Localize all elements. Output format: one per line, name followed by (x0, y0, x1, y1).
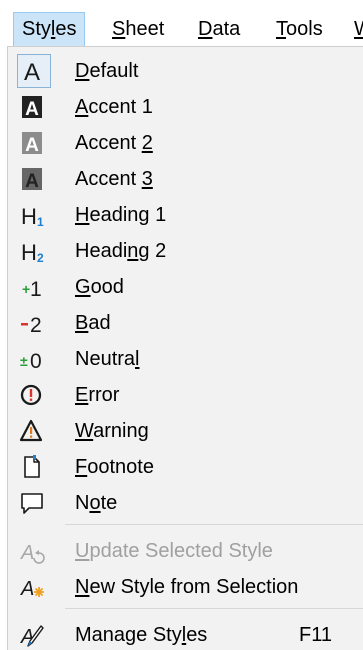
svg-text:A: A (20, 578, 34, 600)
menu-item-good[interactable]: +1 Good (8, 270, 363, 304)
heading2-icon: H2 (15, 236, 49, 266)
svg-text:±: ± (20, 353, 28, 369)
accent1-style-icon: A (15, 92, 49, 122)
svg-text:A: A (25, 135, 39, 156)
accent3-style-icon: A (15, 164, 49, 194)
menu-item-new-style-from-selection[interactable]: A New Style from Selection (8, 570, 363, 604)
menu-item-accent-2[interactable]: A Accent 2 (8, 126, 363, 160)
footnote-icon (15, 452, 49, 482)
svg-text:+: + (22, 281, 30, 297)
manage-styles-icon: A (15, 620, 49, 650)
menu-item-bad[interactable]: 2 Bad (8, 306, 363, 340)
menu-item-note[interactable]: Note (8, 486, 363, 520)
menu-sheet[interactable]: Sheet (104, 12, 172, 46)
svg-text:H: H (21, 204, 37, 229)
menu-item-heading-1[interactable]: H1 Heading 1 (8, 198, 363, 232)
svg-text:0: 0 (30, 350, 42, 373)
menu-item-update-selected-style[interactable]: A Update Selected Style (8, 534, 363, 568)
error-icon (15, 380, 49, 410)
neutral-icon: ±0 (15, 344, 49, 374)
menu-window[interactable]: W (346, 12, 363, 46)
menu-item-heading-2[interactable]: H2 Heading 2 (8, 234, 363, 268)
menu-tools[interactable]: Tools (268, 12, 331, 46)
menu-item-neutral[interactable]: ±0 Neutral (8, 342, 363, 376)
svg-text:2: 2 (30, 314, 42, 337)
bad-icon: 2 (15, 308, 49, 338)
update-style-icon: A (15, 536, 49, 566)
svg-text:A: A (25, 171, 39, 192)
menu-item-warning[interactable]: Warning (8, 414, 363, 448)
svg-text:2: 2 (37, 251, 44, 265)
warning-icon (15, 416, 49, 446)
shortcut-f11: F11 (299, 624, 332, 646)
menu-item-default[interactable]: A Default (8, 54, 363, 88)
svg-text:1: 1 (37, 215, 44, 229)
menu-item-manage-styles[interactable]: A Manage Styles F11 (8, 618, 363, 650)
svg-text:H: H (21, 240, 37, 265)
svg-text:A: A (24, 59, 40, 86)
menu-styles[interactable]: Styles (13, 12, 86, 46)
menu-item-accent-3[interactable]: A Accent 3 (8, 162, 363, 196)
menu-item-accent-1[interactable]: A Accent 1 (8, 90, 363, 124)
heading1-icon: H1 (15, 200, 49, 230)
menu-bar: Styles Sheet Data Tools W (0, 0, 363, 46)
styles-dropdown-menu: A Default A Accent 1 A Accent 2 A Accent… (7, 46, 363, 650)
good-icon: +1 (15, 272, 49, 302)
accent2-style-icon: A (15, 128, 49, 158)
menu-item-footnote[interactable]: Footnote (8, 450, 363, 484)
note-icon (15, 488, 49, 518)
menu-data[interactable]: Data (190, 12, 248, 46)
svg-text:A: A (20, 542, 34, 564)
default-style-icon: A (15, 56, 49, 86)
svg-text:A: A (25, 99, 39, 120)
new-style-icon: A (15, 572, 49, 602)
svg-text:1: 1 (30, 278, 42, 301)
menu-item-error[interactable]: Error (8, 378, 363, 412)
menu-separator (65, 524, 363, 525)
menu-separator (65, 608, 363, 609)
